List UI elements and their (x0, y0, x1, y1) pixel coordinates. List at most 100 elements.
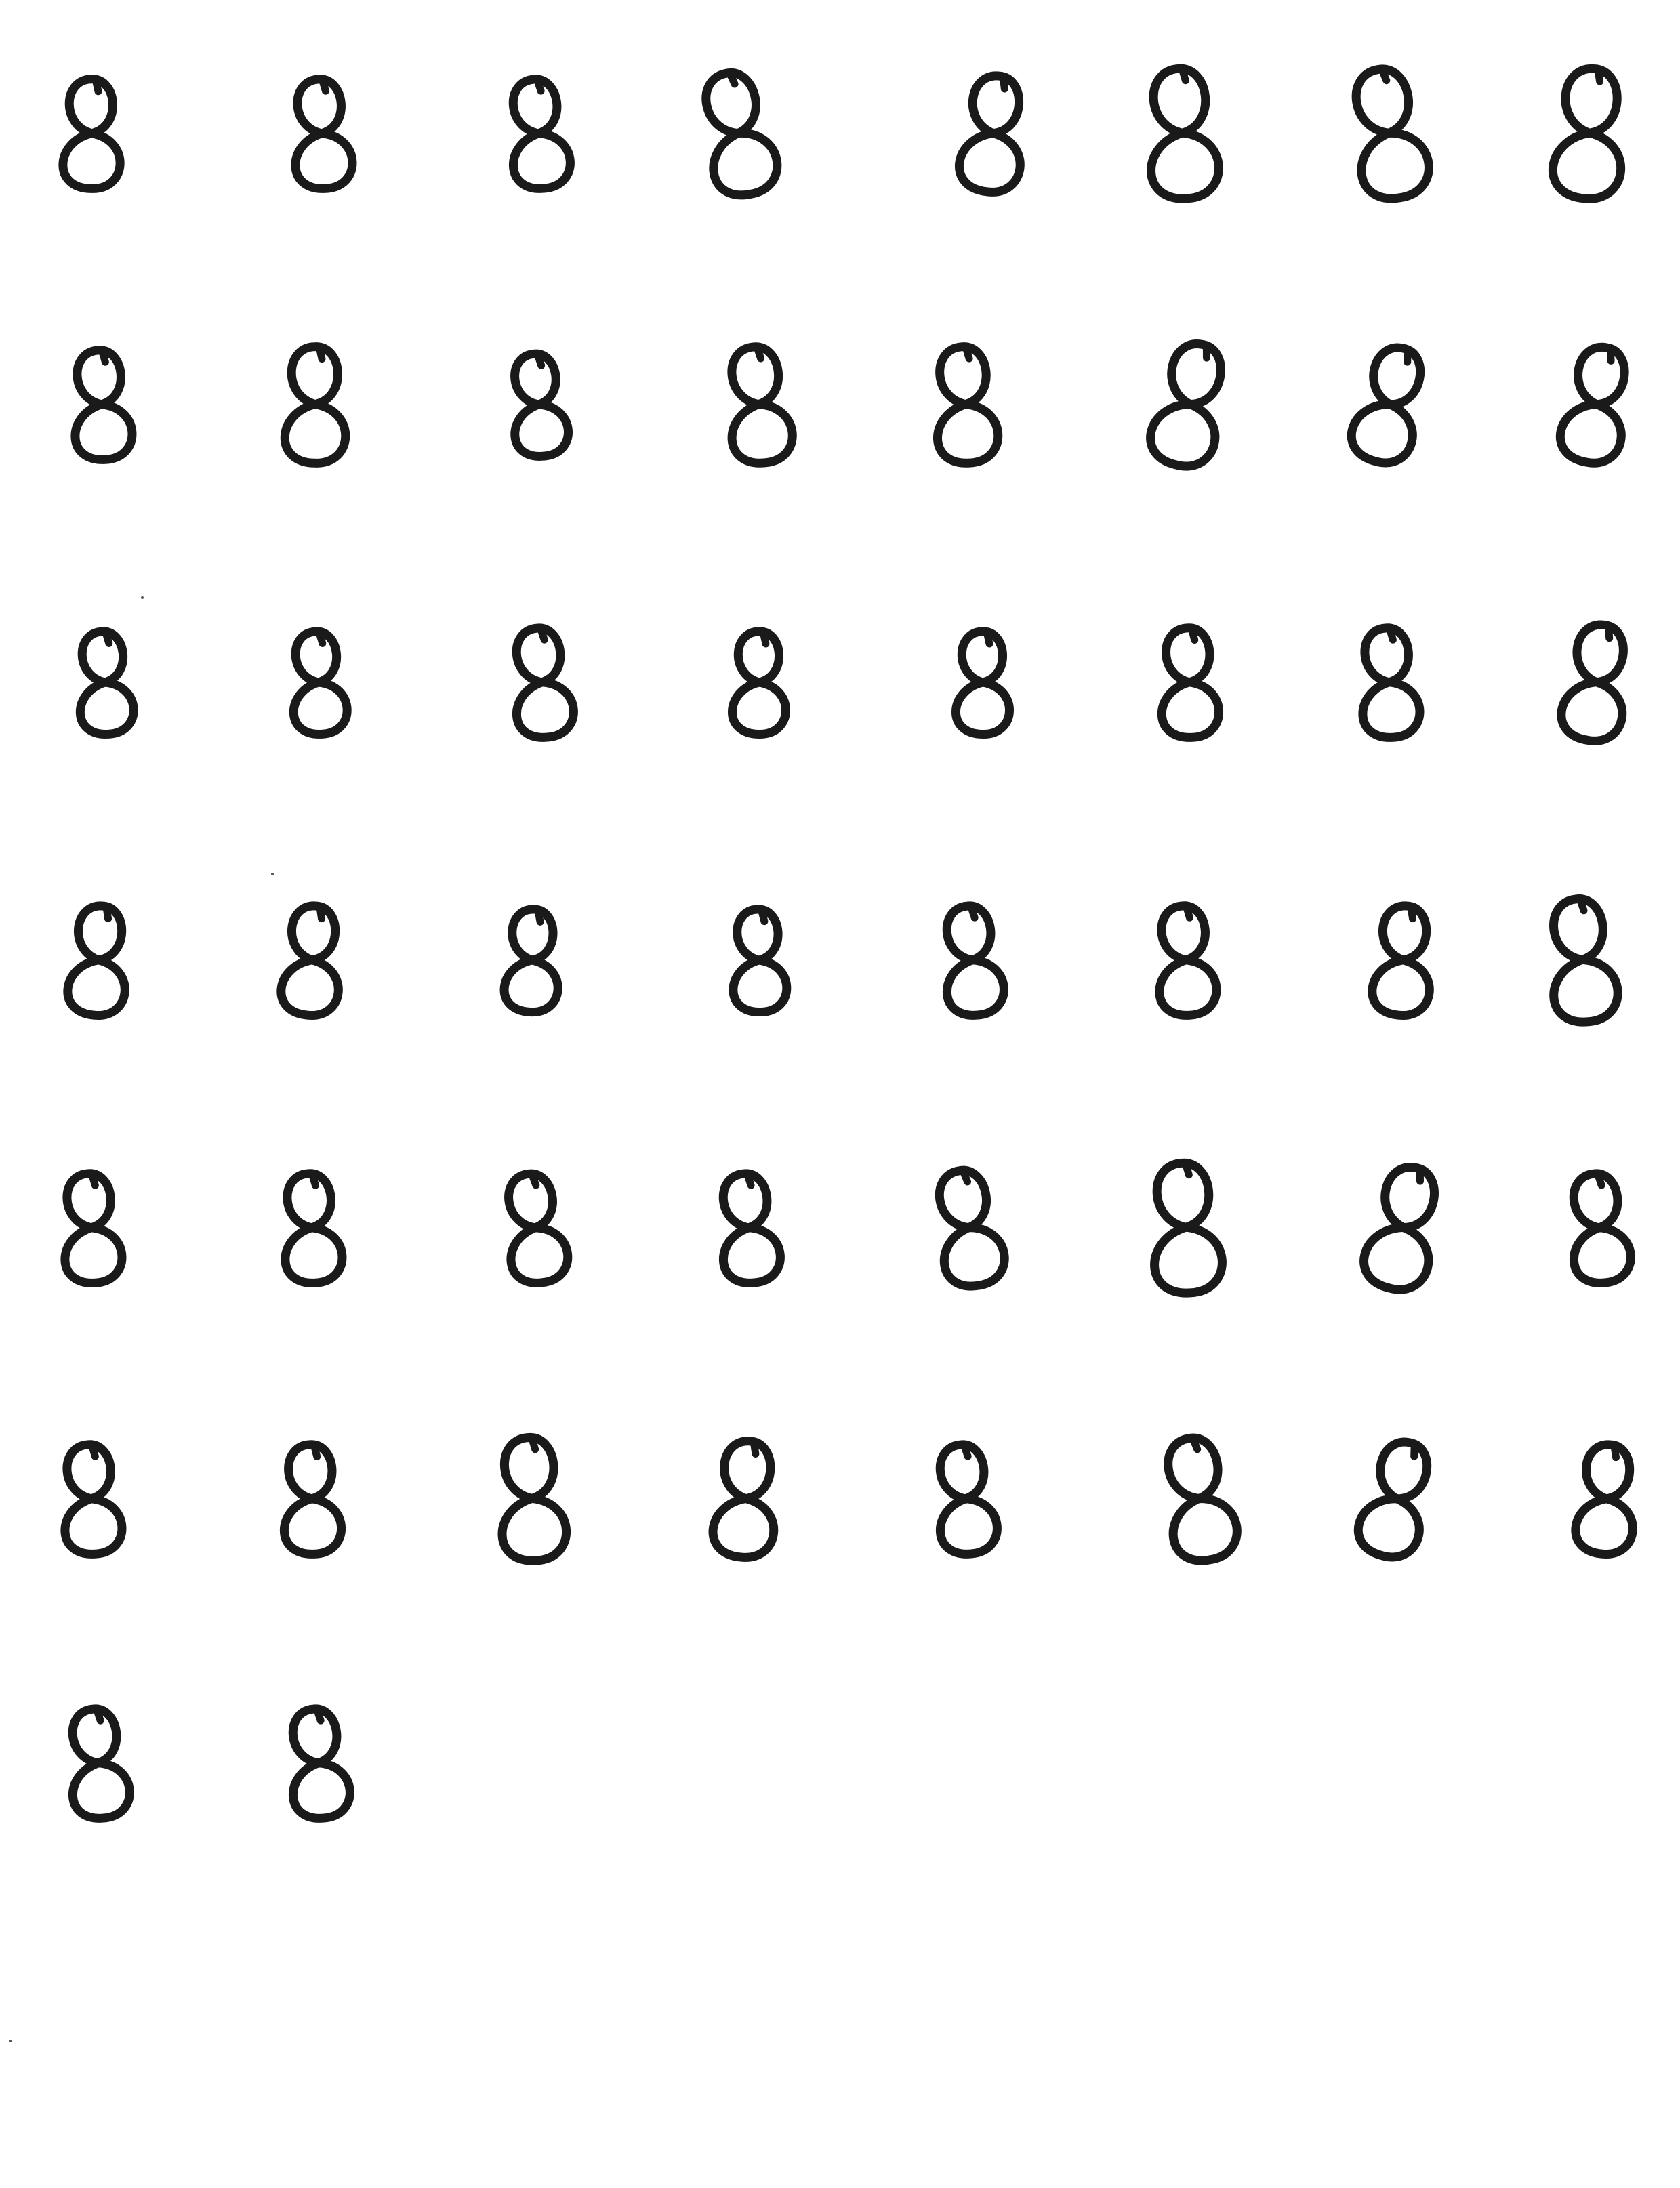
handwritten-digit-8 (289, 627, 352, 739)
digit-pen-start (87, 1441, 99, 1460)
digit-stroke (728, 627, 790, 739)
handwritten-digit-8 (1164, 1433, 1242, 1565)
digit-stroke (727, 342, 797, 468)
digit-pen-start (753, 342, 765, 363)
handwritten-digit-8 (1358, 623, 1425, 742)
handwritten-digit-8 (512, 623, 578, 742)
digit-stroke (1155, 901, 1221, 1020)
digit-pen-start (315, 627, 327, 647)
digit-pen-start (310, 1441, 321, 1460)
handwritten-digit-8 (499, 905, 562, 1016)
handwritten-digit-8 (1555, 342, 1629, 468)
digit-stroke (58, 75, 125, 193)
digit-pen-start (1576, 894, 1588, 915)
handwritten-digit-8 (280, 342, 350, 468)
handwritten-digit-8 (935, 1165, 1009, 1291)
digit-pen-start (1178, 64, 1189, 85)
handwritten-digit-8 (1150, 1158, 1227, 1298)
digit-stroke (1555, 342, 1629, 468)
scan-speck (9, 2040, 12, 2042)
digit-stroke (1150, 1158, 1227, 1298)
digit-pen-start (102, 902, 112, 923)
handwritten-digit-8 (1548, 64, 1626, 203)
handwritten-digit-8 (1359, 1163, 1439, 1294)
digit-stroke (1147, 64, 1223, 203)
digit-pen-start (91, 75, 102, 96)
digit-pen-start (527, 1433, 539, 1453)
scan-speck (141, 596, 144, 599)
handwritten-digit-8 (510, 349, 573, 461)
handwritten-digit-8 (1147, 64, 1223, 203)
digit-pen-start (536, 624, 548, 644)
digit-pen-start (1378, 65, 1391, 85)
handwritten-digit-8 (1351, 64, 1433, 203)
digit-pen-start (1416, 1165, 1424, 1185)
digit-pen-start (312, 1705, 325, 1725)
digit-pen-start (308, 1170, 319, 1189)
digit-pen-start (92, 1705, 104, 1725)
digit-stroke (933, 342, 1003, 468)
digit-stroke (1157, 623, 1224, 742)
digit-pen-start (1181, 1159, 1193, 1179)
digit-stroke (1347, 343, 1425, 468)
handwritten-digit-8 (935, 1440, 1002, 1559)
handwritten-digit-8 (955, 71, 1025, 197)
digit-pen-start (102, 627, 113, 647)
digit-stroke (276, 901, 343, 1020)
digit-pen-start (534, 905, 544, 926)
digit-stroke (291, 75, 357, 193)
digit-stroke (1358, 623, 1425, 742)
digit-pen-start (527, 1170, 540, 1189)
handwritten-digit-8 (60, 1169, 127, 1287)
handwritten-digit-8 (1157, 623, 1224, 742)
digit-stroke (701, 68, 782, 200)
digit-stroke (729, 905, 792, 1016)
handwritten-digit-8 (942, 901, 1008, 1020)
handwritten-digit-8 (60, 1440, 127, 1559)
handwritten-digit-8 (70, 346, 137, 464)
digit-pen-start (959, 1166, 972, 1186)
digit-stroke (289, 627, 352, 739)
digit-stroke (1351, 64, 1433, 203)
handwritten-digit-8 (281, 1169, 347, 1287)
digit-pen-start (1404, 346, 1412, 366)
digit-pen-start (1410, 1440, 1418, 1460)
digit-pen-start (87, 1170, 99, 1189)
handwritten-digit-8 (504, 1169, 573, 1287)
handwritten-digit-8 (1347, 343, 1425, 468)
handwritten-digit-8 (508, 75, 575, 193)
handwritten-digit-8 (1569, 1169, 1635, 1287)
digit-pen-start (999, 73, 1008, 93)
handwritten-digit-8 (727, 342, 797, 468)
digit-pen-start (966, 902, 979, 922)
digit-pen-start (983, 627, 993, 648)
digit-pen-start (759, 627, 770, 648)
handwritten-digit-8 (708, 1437, 779, 1562)
digit-pen-start (1594, 65, 1604, 85)
handwritten-digit-8 (1155, 901, 1221, 1020)
digit-pen-start (1202, 342, 1210, 362)
digit-stroke (497, 1433, 571, 1565)
handwritten-digits-layer (58, 64, 1637, 1823)
scan-speck (271, 873, 274, 875)
digit-stroke (280, 342, 350, 468)
digit-pen-start (960, 1441, 972, 1460)
digit-pen-start (962, 342, 973, 363)
handwritten-digit-8 (276, 901, 343, 1020)
digit-pen-start (98, 346, 109, 366)
digit-stroke (60, 1169, 127, 1287)
handwritten-digit-8 (288, 1704, 354, 1823)
digit-pen-start (533, 350, 546, 369)
handwritten-digit-8 (68, 1704, 134, 1823)
digit-pen-start (1593, 1170, 1605, 1189)
digit-stroke (1359, 1163, 1439, 1294)
handwritten-digit-8 (63, 901, 129, 1020)
digit-stroke (281, 1169, 347, 1287)
digit-pen-start (1385, 624, 1397, 644)
handwritten-digit-8 (497, 1433, 571, 1565)
digit-stroke (951, 627, 1014, 739)
scanned-sheet (0, 0, 1680, 2188)
digit-pen-start (315, 343, 326, 363)
digit-pen-start (533, 75, 545, 95)
digit-pen-start (1189, 1434, 1202, 1453)
